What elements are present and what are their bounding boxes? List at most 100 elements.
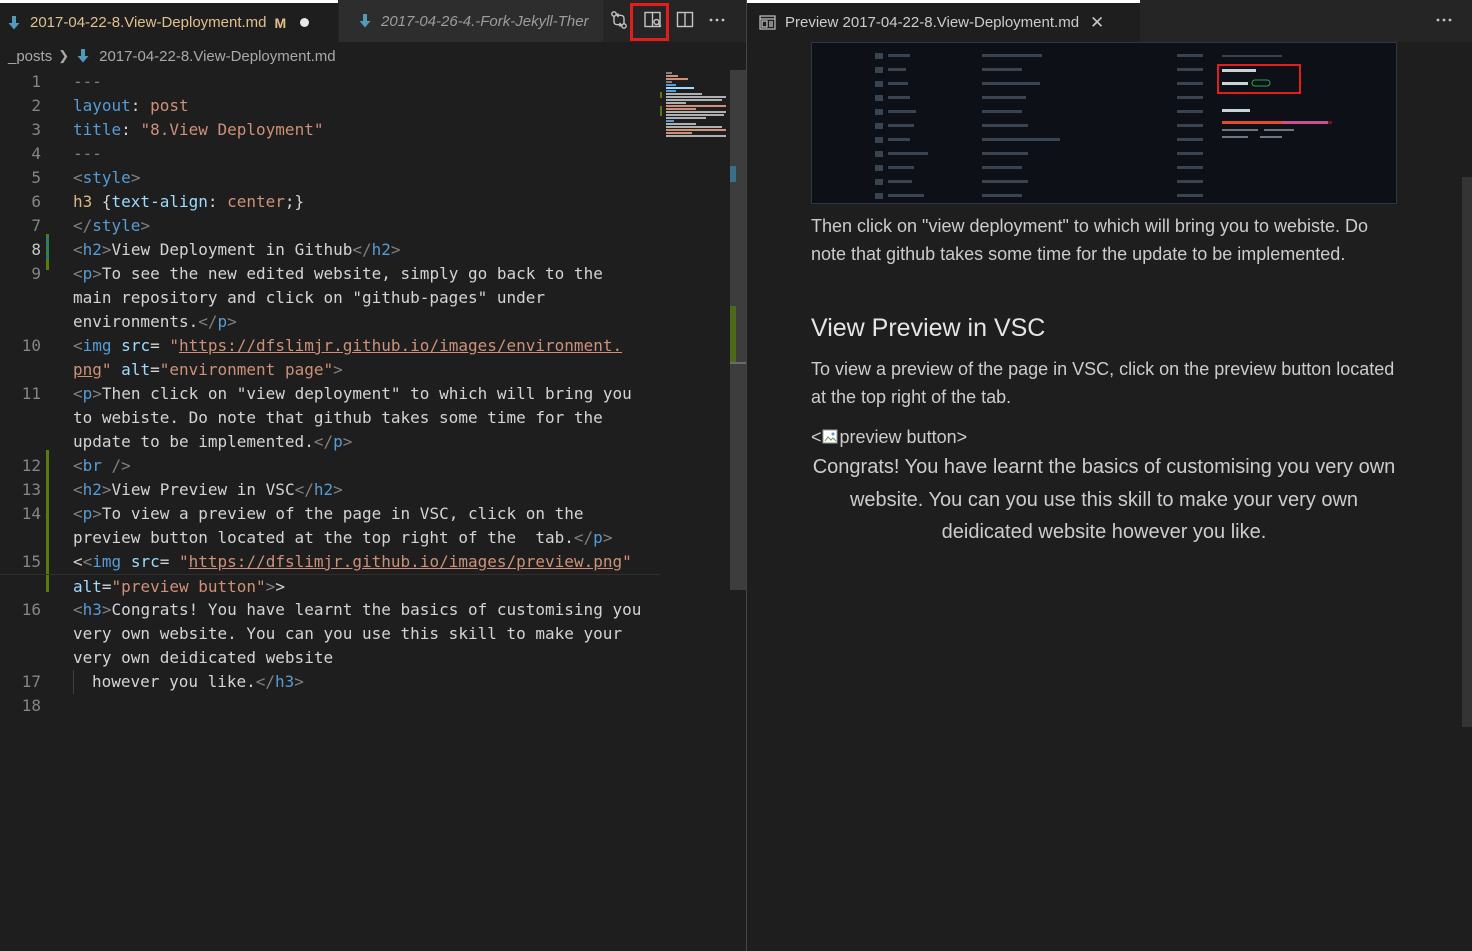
code-text: </: [313, 432, 334, 451]
preview-tab-label: Preview 2017-04-22-8.View-Deployment.md: [785, 14, 1080, 31]
tab-view-deployment-md[interactable]: 2017-04-22-8.View-Deployment.md M: [0, 0, 338, 42]
code-text: >: [101, 480, 112, 499]
more-actions-icon[interactable]: [1432, 8, 1456, 32]
indent-guide: [73, 670, 74, 694]
code-text: >: [101, 600, 112, 619]
code-line: 1 ---: [0, 70, 660, 94]
code-text: :: [207, 192, 228, 211]
line-number: 12: [21, 456, 41, 475]
preview-paragraph-deploy: Then click on "view deployment" to which…: [811, 216, 1369, 264]
code-text: "environment page": [159, 360, 334, 379]
code-text: h2: [82, 480, 102, 499]
code-text: >: [602, 528, 613, 547]
code-text: >: [333, 360, 343, 379]
line-number: 11: [21, 384, 41, 403]
preview-icon: [759, 15, 776, 30]
code-text: =: [101, 577, 112, 596]
code-text: </: [73, 216, 93, 235]
modified-badge: M: [274, 14, 287, 31]
code-text: layout: [73, 96, 131, 115]
code-line: 7 </style>: [0, 214, 660, 238]
line-number: 7: [31, 216, 41, 235]
code-line-wrap: update to be implemented.</p>: [0, 430, 660, 454]
line-number: 2: [31, 96, 41, 115]
code-text: To view a preview of the page in VSC, cl…: [101, 504, 584, 523]
tab-preview[interactable]: Preview 2017-04-22-8.View-Deployment.md …: [747, 0, 1140, 42]
code-line: 11 <p>Then click on "view deployment" to…: [0, 382, 660, 406]
preview-broken-image: < preview button>: [811, 423, 1401, 451]
highlight-annotation-box: [630, 3, 669, 41]
code-text: h2: [82, 240, 102, 259]
editor-scrollbar[interactable]: [730, 70, 746, 951]
line-number: 1: [31, 72, 41, 91]
code-line: 17 however you like.</h3>: [0, 670, 660, 694]
code-text: preview button located at the top right …: [73, 528, 574, 547]
code-text: =: [159, 552, 179, 571]
code-line: 5 <style>: [0, 166, 660, 190]
code-text: <: [73, 336, 83, 355]
code-text: ": [169, 336, 179, 355]
markdown-file-icon: [77, 49, 89, 63]
code-text: <: [73, 384, 83, 403]
line-number: 4: [31, 144, 41, 163]
code-text: </: [352, 240, 372, 259]
tab-fork-jekyll-md[interactable]: 2017-04-26-4.-Fork-Jekyll-Ther: [339, 0, 603, 42]
environment-page-screenshot: [811, 42, 1397, 204]
code-text: ---: [73, 144, 102, 163]
code-text: update to be implemented.: [73, 432, 314, 451]
code-text: however you like.: [92, 672, 256, 691]
code-line: 16 <h3>Congrats! You have learnt the bas…: [0, 598, 660, 622]
code-text: </: [573, 528, 594, 547]
more-actions-icon[interactable]: [705, 8, 729, 32]
image-alt-text: preview button>: [839, 427, 968, 447]
code-text: >: [275, 577, 285, 596]
code-text: >: [92, 264, 102, 283]
unsaved-dot-icon[interactable]: [300, 18, 310, 27]
code-link[interactable]: https://dfslimjr.github.io/images/enviro…: [179, 336, 622, 355]
code-line-wrap: alt="preview button">>: [0, 574, 660, 598]
code-line: 8 <h2>View Deployment in Github</h2>: [0, 238, 660, 262]
split-editor-icon[interactable]: [673, 8, 697, 32]
code-text: </: [198, 312, 218, 331]
close-icon[interactable]: ✕: [1090, 13, 1104, 33]
code-link[interactable]: png: [73, 360, 102, 379]
code-text: <: [73, 552, 83, 571]
code-link[interactable]: https://dfslimjr.github.io/images/previe…: [189, 552, 622, 571]
code-text: />: [101, 456, 131, 475]
breadcrumb-folder[interactable]: _posts: [8, 48, 52, 65]
code-text: p: [217, 312, 228, 331]
code-line: 2 layout: post: [0, 94, 660, 118]
code-line: 18: [0, 694, 660, 718]
markdown-file-icon: [8, 15, 20, 30]
code-text: img: [82, 336, 112, 355]
code-text: >: [140, 216, 151, 235]
code-line-wrap: environments.</p>: [0, 310, 660, 334]
code-text: >: [227, 312, 237, 331]
code-text: ": [101, 360, 112, 379]
editor-tab-bar: 2017-04-22-8.View-Deployment.md M 2017-0…: [0, 0, 746, 42]
code-text: style: [92, 216, 141, 235]
chevron-right-icon: ❯: [58, 48, 70, 63]
code-text: ;}: [284, 192, 305, 211]
code-editor[interactable]: 1 --- 2 layout: post 3 title: "8.View De…: [0, 70, 730, 951]
code-text: >: [333, 480, 343, 499]
code-text: >: [130, 168, 141, 187]
code-text: text-align: [111, 192, 208, 211]
line-number: 15: [21, 552, 41, 571]
preview-tab-bar: Preview 2017-04-22-8.View-Deployment.md …: [747, 0, 1472, 42]
markdown-preview[interactable]: Then click on "view deployment" to which…: [747, 42, 1472, 951]
code-text: p: [593, 528, 603, 547]
git-compare-icon[interactable]: [607, 8, 631, 32]
code-text: ---: [73, 72, 102, 91]
code-line: 6 h3 {text-align: center;}: [0, 190, 660, 214]
code-text: <: [73, 480, 83, 499]
preview-scrollbar[interactable]: [1462, 177, 1472, 727]
breadcrumb-file[interactable]: 2017-04-22-8.View-Deployment.md: [99, 48, 336, 65]
minimap[interactable]: [660, 70, 730, 150]
code-line-wrap: preview button located at the top right …: [0, 526, 660, 550]
code-text: p: [333, 432, 343, 451]
line-number: 8: [31, 240, 41, 259]
line-number: 9: [31, 264, 41, 283]
code-line: 10 <img src= "https://dfslimjr.github.io…: [0, 334, 660, 358]
code-text: ": [622, 552, 632, 571]
